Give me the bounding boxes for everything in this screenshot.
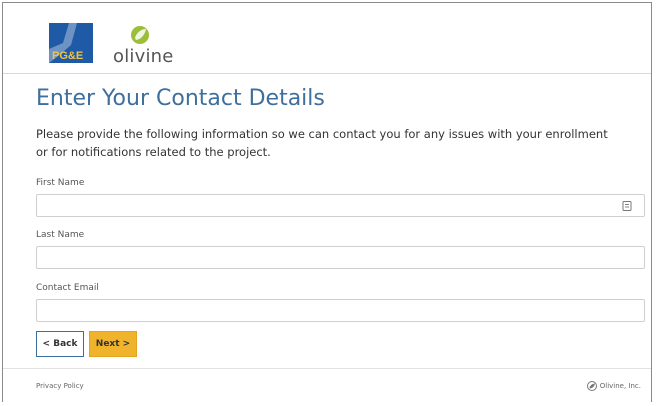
first-name-field[interactable] [36, 194, 645, 217]
page-title: Enter Your Contact Details [36, 86, 325, 111]
page-frame: PG&E olivine Enter Your Contact Details … [2, 2, 652, 404]
header: PG&E olivine [3, 3, 651, 74]
pge-logo: PG&E [49, 23, 93, 63]
last-name-field[interactable] [36, 246, 645, 269]
contact-email-field[interactable] [36, 299, 645, 322]
footer-company: Olivine, Inc. [599, 382, 641, 390]
olivine-leaf-icon [131, 26, 149, 44]
next-button[interactable]: Next > [89, 331, 137, 357]
contact-card-icon[interactable] [621, 200, 633, 212]
form-description: Please provide the following information… [36, 127, 608, 159]
footer-brand: Olivine, Inc. [586, 381, 641, 391]
back-button[interactable]: < Back [36, 331, 84, 357]
footer: Privacy Policy Olivine, Inc. [3, 368, 651, 404]
privacy-policy-link[interactable]: Privacy Policy [36, 382, 84, 390]
pge-logo-text: PG&E [52, 50, 83, 62]
olivine-logo: olivine [113, 46, 174, 67]
form-content: Enter Your Contact Details Please provid… [3, 73, 651, 368]
last-name-label: Last Name [36, 230, 85, 240]
olivine-mini-icon [586, 381, 597, 391]
contact-email-label: Contact Email [36, 283, 99, 293]
first-name-label: First Name [36, 178, 85, 188]
